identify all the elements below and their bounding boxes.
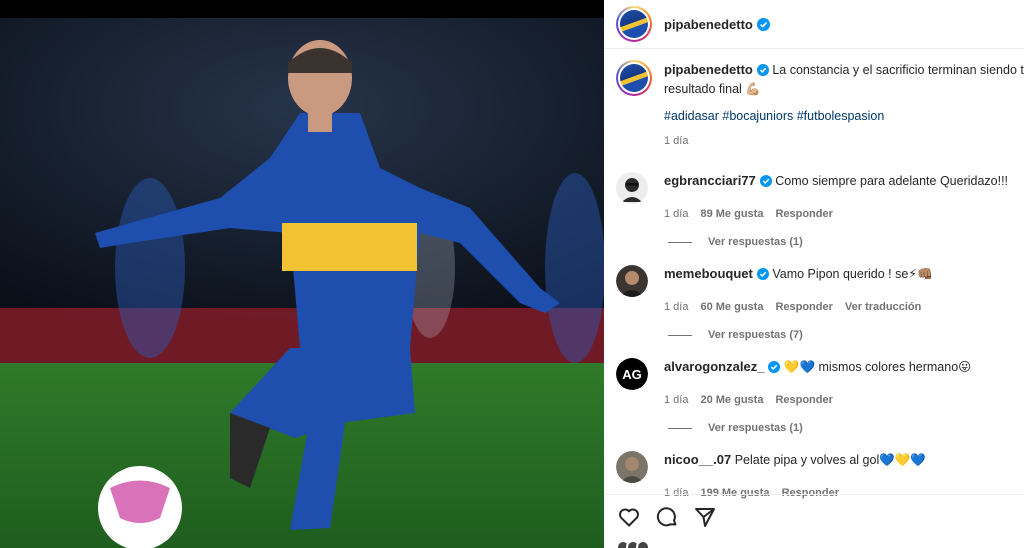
comment-icon[interactable] (654, 504, 680, 530)
comment: egbrancciari77 Como siempre para adelant… (616, 172, 1024, 248)
player-photo (0, 18, 604, 548)
comment: memebouquet Vamo Pipon querido ! se⚡👊🏽 1… (616, 265, 1024, 341)
view-replies-label: Ver respuestas (7) (708, 329, 803, 341)
reply-button[interactable]: Responder (775, 301, 832, 313)
commenter-avatar[interactable] (616, 265, 648, 297)
post-header: pipabenedetto (604, 0, 1024, 49)
reply-button[interactable]: Responder (775, 208, 832, 220)
caption-avatar[interactable] (616, 60, 652, 96)
post-photo[interactable] (0, 0, 604, 548)
comment-username[interactable]: egbrancciari77 (664, 173, 756, 188)
reply-button[interactable]: Responder (782, 487, 839, 499)
actions-divider (604, 494, 1024, 495)
reply-button[interactable]: Responder (775, 394, 832, 406)
svg-text:AG: AG (622, 367, 642, 382)
replies-divider (668, 241, 692, 243)
comment-likes[interactable]: 89 Me gusta (700, 208, 763, 220)
heart-icon[interactable] (616, 504, 642, 530)
author-avatar[interactable] (616, 6, 652, 42)
post-side-panel: pipabenedetto pipabenedetto La constanci… (604, 0, 1024, 548)
comment-text: Como siempre para adelante Queridazo!!! (775, 174, 1009, 188)
caption-text-continued: resultado final 💪🏼 (664, 82, 761, 96)
comment-likes[interactable]: 20 Me gusta (700, 394, 763, 406)
verified-badge-icon (756, 268, 769, 280)
author-username[interactable]: pipabenedetto (664, 17, 753, 32)
commenter-avatar[interactable]: AG (616, 358, 648, 390)
verified-badge-icon (768, 361, 781, 373)
view-replies-button[interactable]: Ver respuestas (1) (668, 236, 1024, 248)
view-replies-button[interactable]: Ver respuestas (7) (668, 329, 1024, 341)
post-caption: pipabenedetto La constancia y el sacrifi… (616, 60, 1024, 147)
comment-text: Vamo Pipon querido ! se⚡👊🏽 (772, 267, 933, 281)
commenter-avatar[interactable] (616, 451, 648, 483)
comment-time: 1 día (664, 208, 689, 220)
comment-meta: 1 día 60 Me gusta Responder Ver traducci… (664, 301, 1024, 313)
caption-username[interactable]: pipabenedetto (664, 62, 753, 77)
share-icon[interactable] (692, 504, 718, 530)
photo-top-bar (0, 0, 604, 18)
view-replies-label: Ver respuestas (1) (708, 422, 803, 434)
post-time: 1 día (664, 135, 689, 147)
comment: AG alvarogonzalez_ 💛💙 mismos colores her… (616, 358, 1024, 434)
comment-meta: 1 día 199 Me gusta Responder (664, 487, 1024, 499)
comment-text: 💛💙 mismos colores hermano😛 (783, 360, 972, 374)
comment-time: 1 día (664, 487, 689, 499)
comment-username[interactable]: nicoo__.07 (664, 452, 731, 467)
comment-meta: 1 día 89 Me gusta Responder (664, 208, 1024, 220)
translate-button[interactable]: Ver traducción (845, 301, 921, 313)
verified-badge-icon (756, 64, 769, 76)
verified-badge-icon (756, 17, 770, 31)
verified-badge-icon (759, 175, 772, 187)
replies-divider (668, 334, 692, 336)
comment-meta: 1 día 20 Me gusta Responder (664, 394, 1024, 406)
commenter-avatar[interactable] (616, 172, 648, 204)
comment-time: 1 día (664, 301, 689, 313)
comment-likes[interactable]: 60 Me gusta (700, 301, 763, 313)
comment-username[interactable]: alvarogonzalez_ (664, 359, 764, 374)
liked-by-avatars[interactable] (616, 540, 676, 548)
view-replies-label: Ver respuestas (1) (708, 236, 803, 248)
comment-text: Pelate pipa y volves al gol💙💛💙 (734, 453, 926, 467)
replies-divider (668, 427, 692, 429)
post-actions (616, 504, 718, 530)
view-replies-button[interactable]: Ver respuestas (1) (668, 422, 1024, 434)
caption-hashtags[interactable]: #adidasar #bocajuniors #futbolespasion (664, 109, 1024, 123)
comment-likes[interactable]: 199 Me gusta (700, 487, 769, 499)
comment: nicoo__.07 Pelate pipa y volves al gol💙💛… (616, 451, 1024, 499)
caption-text: La constancia y el sacrificio terminan s… (772, 63, 1024, 77)
comment-username[interactable]: memebouquet (664, 266, 753, 281)
comment-time: 1 día (664, 394, 689, 406)
